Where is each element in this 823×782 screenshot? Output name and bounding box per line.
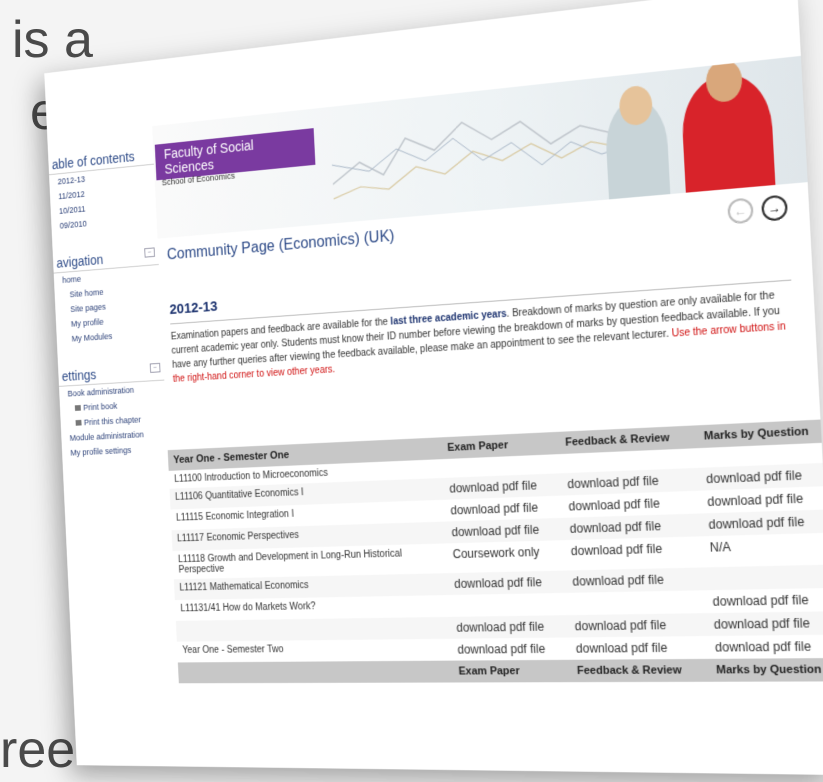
table-cell [567, 590, 707, 615]
module-name-cell: Year One - Semester Two [182, 644, 284, 656]
footer-col-feedback: Feedback & Review [570, 658, 711, 683]
download-pdf-link[interactable]: download pdf file [565, 567, 706, 593]
download-pdf-link[interactable]: download pdf file [708, 635, 823, 659]
previous-arrow-icon[interactable]: ← [727, 197, 754, 225]
slide-text-bottom: ree [0, 721, 76, 779]
table-cell [449, 593, 568, 617]
download-pdf-link[interactable]: download pdf file [569, 636, 709, 660]
faculty-title[interactable]: Faculty of Social Sciences [154, 128, 316, 181]
download-pdf-link[interactable]: download pdf file [701, 509, 823, 537]
table-cell: Coursework only [452, 544, 540, 562]
slide-text-top: is a [12, 11, 93, 69]
collapse-icon[interactable]: – [144, 247, 155, 258]
footer-col-marks: Marks by Question [709, 657, 823, 682]
footer-col-exam-paper: Exam Paper [452, 659, 572, 683]
download-pdf-link[interactable]: download pdf file [568, 613, 709, 638]
download-pdf-link[interactable]: download pdf file [451, 637, 570, 660]
exam-papers-table: Year One - Semester One Exam Paper Feedb… [167, 418, 823, 684]
download-pdf-link[interactable]: download pdf file [707, 611, 823, 637]
print-icon [74, 405, 81, 411]
download-pdf-link[interactable]: download pdf file [706, 588, 823, 613]
webpage-screenshot: able of contents 2012-13 11/2012 10/2011… [44, 0, 823, 776]
download-pdf-link[interactable]: download pdf file [447, 570, 568, 596]
print-icon [75, 419, 82, 426]
download-pdf-link[interactable]: download pdf file [564, 536, 704, 570]
year-navigation: ← → [727, 194, 789, 225]
table-footer-header-row: Exam Paper Feedback & Review Marks by Qu… [177, 657, 823, 684]
table-cell [704, 564, 823, 591]
banner-chart-graphic [329, 74, 645, 224]
download-pdf-link[interactable]: download pdf file [450, 615, 570, 639]
settings-block: ettings – Book administration Print book… [58, 360, 168, 461]
next-arrow-icon[interactable]: → [761, 194, 789, 222]
footer-col-module [177, 660, 454, 684]
table-cell: N/A [709, 539, 732, 555]
download-pdf-link[interactable]: download pdf file [445, 517, 565, 544]
collapse-icon[interactable]: – [149, 362, 161, 373]
toc-block: able of contents 2012-13 11/2012 10/2011… [48, 144, 157, 234]
navigation-block: avigation – home Site home Site pages My… [52, 245, 163, 347]
module-name-cell [175, 616, 452, 642]
